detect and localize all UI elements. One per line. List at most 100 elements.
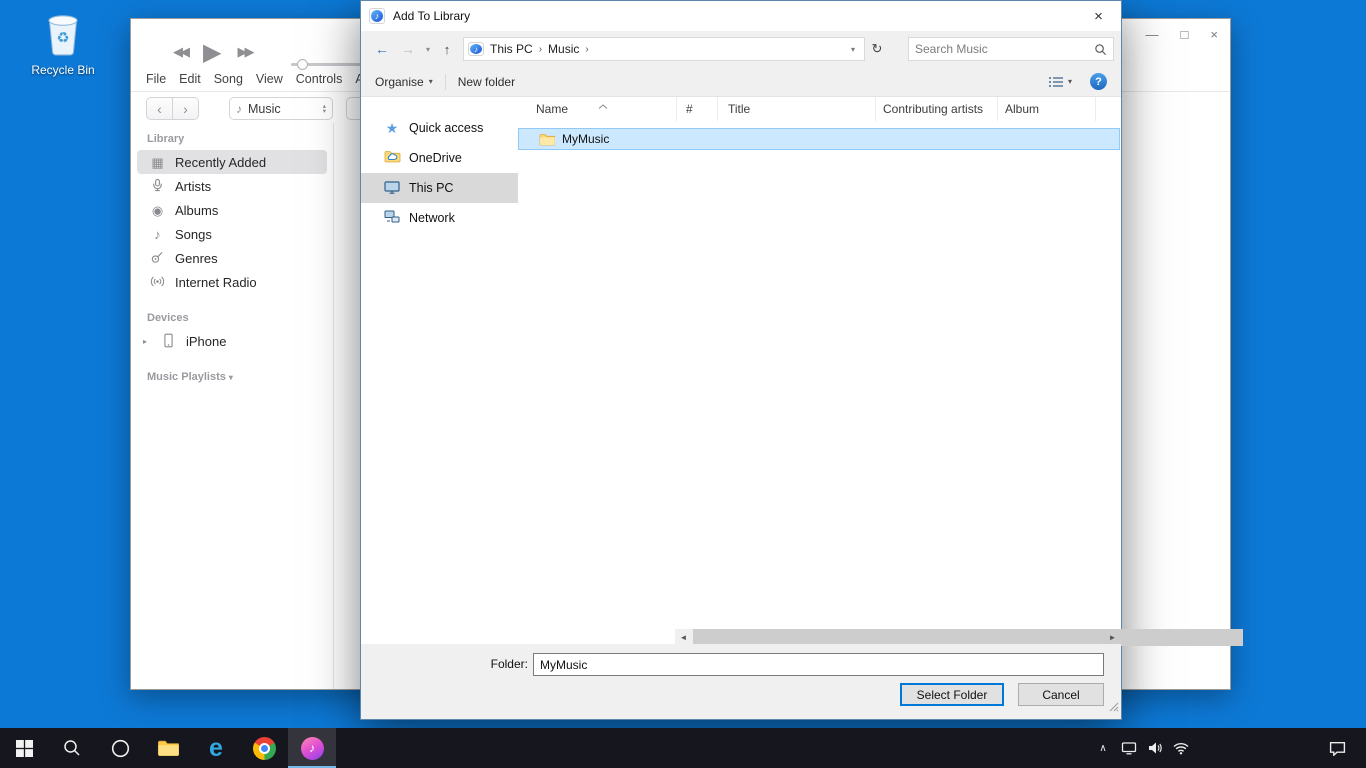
start-button[interactable] bbox=[0, 728, 48, 768]
sidebar-item-songs[interactable]: ♪ Songs bbox=[137, 222, 327, 246]
edge-button[interactable]: e bbox=[192, 728, 240, 768]
taskbar: e ♪ ∧ bbox=[0, 728, 1366, 768]
wifi-icon[interactable] bbox=[1168, 728, 1194, 768]
dialog-footer: Folder: Select Folder Cancel bbox=[361, 644, 1121, 719]
chevron-down-icon: ▾ bbox=[1068, 77, 1072, 86]
sidebar-item-iphone[interactable]: ▸ iPhone bbox=[137, 329, 327, 353]
computer-icon bbox=[383, 180, 401, 197]
window-controls: — □ × bbox=[1146, 27, 1218, 42]
menu-controls[interactable]: Controls bbox=[296, 72, 343, 86]
details-view-icon bbox=[1048, 76, 1064, 88]
change-view-button[interactable]: ▾ bbox=[1048, 76, 1072, 88]
breadcrumb-separator-icon[interactable]: › bbox=[585, 44, 588, 55]
back-button[interactable]: ‹ bbox=[146, 97, 173, 120]
nav-item-quick-access[interactable]: ★ Quick access bbox=[361, 113, 518, 143]
network-icon bbox=[383, 210, 401, 227]
address-dropdown-icon[interactable]: ▾ bbox=[845, 45, 861, 54]
cortana-button[interactable] bbox=[96, 728, 144, 768]
maximize-icon[interactable]: □ bbox=[1181, 27, 1189, 42]
sidebar-item-internet-radio[interactable]: Internet Radio bbox=[137, 270, 327, 294]
chrome-icon bbox=[253, 737, 276, 760]
sidebar-item-recently-added[interactable]: ▦ Recently Added bbox=[137, 150, 327, 174]
volume-icon[interactable] bbox=[1142, 728, 1168, 768]
dialog-titlebar[interactable]: ♪ Add To Library × bbox=[361, 1, 1121, 31]
playback-controls: ◀◀ ▶ ▶▶ bbox=[173, 35, 251, 69]
itunes-menubar: File Edit Song View Controls Ac bbox=[146, 72, 370, 86]
itunes-taskbar-button[interactable]: ♪ bbox=[288, 728, 336, 768]
sidebar-item-label: Songs bbox=[175, 227, 212, 242]
chevron-down-icon[interactable]: ▾ bbox=[229, 373, 233, 382]
windows-logo-icon bbox=[16, 740, 33, 757]
column-header-contributing-artists[interactable]: Contributing artists bbox=[876, 97, 998, 121]
sidebar-item-genres[interactable]: Genres bbox=[137, 246, 327, 270]
breadcrumb-music[interactable]: Music bbox=[542, 42, 585, 56]
rewind-button[interactable]: ◀◀ bbox=[173, 44, 187, 60]
up-one-level-icon[interactable]: ↑ bbox=[435, 42, 459, 57]
column-header-title[interactable]: Title bbox=[718, 97, 876, 121]
search-input[interactable] bbox=[909, 42, 1094, 56]
hidden-icons-chevron-icon[interactable]: ∧ bbox=[1090, 728, 1116, 768]
file-name: MyMusic bbox=[562, 132, 609, 146]
menu-file[interactable]: File bbox=[146, 72, 166, 86]
folder-name-input[interactable] bbox=[533, 653, 1104, 676]
tray-hardware-icon[interactable] bbox=[1116, 728, 1142, 768]
media-kind-picker[interactable]: ♪ Music ▴ ▾ bbox=[229, 97, 333, 120]
resize-grip[interactable] bbox=[1109, 699, 1119, 717]
itunes-icon: ♪ bbox=[301, 737, 324, 760]
select-folder-button[interactable]: Select Folder bbox=[900, 683, 1004, 706]
minimize-icon[interactable]: — bbox=[1146, 27, 1159, 42]
chevron-left-icon: ‹ bbox=[157, 101, 162, 117]
sidebar-item-label: iPhone bbox=[186, 334, 226, 349]
music-note-icon: ♪ bbox=[236, 102, 242, 116]
toolbar-divider bbox=[445, 74, 446, 90]
close-icon[interactable]: × bbox=[1076, 1, 1121, 31]
volume-slider-knob[interactable] bbox=[297, 59, 308, 70]
organise-button[interactable]: Organise ▾ bbox=[375, 75, 433, 89]
recent-locations-icon[interactable]: ▾ bbox=[421, 45, 435, 54]
search-box[interactable] bbox=[908, 37, 1114, 61]
cancel-button[interactable]: Cancel bbox=[1018, 683, 1104, 706]
recycle-bin-shortcut[interactable]: ♻ Recycle Bin bbox=[26, 8, 100, 77]
itunes-app-icon: ♪ bbox=[369, 8, 385, 24]
action-center-button[interactable] bbox=[1314, 728, 1360, 768]
media-kind-label: Music bbox=[248, 102, 281, 116]
microphone-icon bbox=[149, 178, 166, 194]
nav-item-network[interactable]: Network bbox=[361, 203, 518, 233]
sidebar-item-label: Albums bbox=[175, 203, 218, 218]
file-row-mymusic[interactable]: MyMusic bbox=[518, 128, 1120, 150]
help-button[interactable]: ? bbox=[1090, 73, 1107, 90]
taskbar-search-button[interactable] bbox=[48, 728, 96, 768]
add-to-library-dialog: ♪ Add To Library × ← → ▾ ↑ ♪ This PC › M… bbox=[360, 0, 1122, 720]
sidebar-item-artists[interactable]: Artists bbox=[137, 174, 327, 198]
menu-view[interactable]: View bbox=[256, 72, 283, 86]
chrome-button[interactable] bbox=[240, 728, 288, 768]
address-bar[interactable]: ♪ This PC › Music › ▾ bbox=[463, 37, 865, 61]
column-header-number[interactable]: # bbox=[677, 97, 718, 121]
sidebar-item-albums[interactable]: ◉ Albums bbox=[137, 198, 327, 222]
breadcrumb-this-pc[interactable]: This PC bbox=[484, 42, 539, 56]
menu-edit[interactable]: Edit bbox=[179, 72, 201, 86]
history-buttons: ‹ › bbox=[146, 97, 199, 120]
itunes-sidebar: Library ▦ Recently Added Artists ◉ Album… bbox=[131, 123, 334, 689]
new-folder-button[interactable]: New folder bbox=[458, 75, 515, 89]
fast-forward-button[interactable]: ▶▶ bbox=[237, 44, 251, 60]
refresh-icon[interactable]: ↻ bbox=[865, 41, 889, 57]
grid-icon: ▦ bbox=[149, 156, 166, 169]
nav-item-onedrive[interactable]: OneDrive bbox=[361, 143, 518, 173]
svg-text:♻: ♻ bbox=[56, 30, 69, 46]
folder-icon bbox=[539, 133, 555, 146]
forward-button[interactable]: › bbox=[172, 97, 199, 120]
nav-item-this-pc[interactable]: This PC bbox=[361, 173, 518, 203]
star-icon: ★ bbox=[383, 121, 401, 135]
back-icon[interactable]: ← bbox=[369, 41, 395, 57]
picker-arrows-icon: ▴ ▾ bbox=[323, 104, 326, 114]
search-icon[interactable] bbox=[1094, 43, 1107, 56]
play-button[interactable]: ▶ bbox=[203, 38, 221, 67]
album-icon: ◉ bbox=[149, 204, 166, 217]
recycle-bin-icon: ♻ bbox=[42, 8, 84, 56]
close-icon[interactable]: × bbox=[1210, 27, 1218, 42]
menu-song[interactable]: Song bbox=[214, 72, 243, 86]
file-explorer-button[interactable] bbox=[144, 728, 192, 768]
disclosure-icon[interactable]: ▸ bbox=[139, 337, 151, 346]
column-header-album[interactable]: Album bbox=[998, 97, 1096, 121]
